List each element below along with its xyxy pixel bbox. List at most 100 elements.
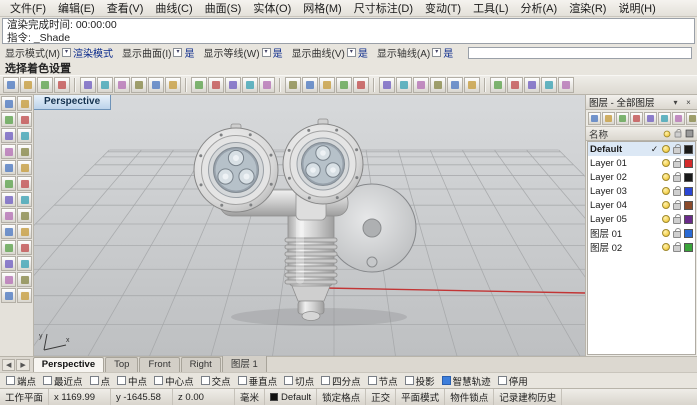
option-dropdown-icon[interactable]: ▾	[62, 48, 71, 57]
tabs-scroll-left-icon[interactable]: ◀	[2, 359, 15, 371]
layer-visibility-bulb-icon[interactable]	[662, 243, 670, 251]
command-input[interactable]	[468, 47, 692, 59]
explode-icon[interactable]	[541, 77, 557, 93]
layer-row[interactable]: 图层 02	[588, 240, 695, 254]
rotate-icon[interactable]	[319, 77, 335, 93]
layer-visibility-bulb-icon[interactable]	[662, 145, 670, 153]
arc-icon[interactable]	[17, 144, 32, 159]
sphere-icon[interactable]	[17, 224, 32, 239]
osnap-intersection[interactable]: 交点	[201, 374, 231, 388]
menu-render[interactable]: 渲染(R)	[563, 0, 612, 17]
new-layer-icon[interactable]	[588, 112, 601, 125]
option-dropdown-icon[interactable]: ▾	[432, 48, 441, 57]
layer-name[interactable]: 图层 02	[590, 240, 647, 254]
layer-lock-icon[interactable]	[673, 161, 681, 168]
layer-row[interactable]: Layer 04	[588, 198, 695, 212]
revolve-icon[interactable]	[17, 208, 32, 223]
extrude-icon[interactable]	[17, 192, 32, 207]
osnap-smarttrack[interactable]: 智慧轨迹	[442, 374, 491, 388]
polygon-icon[interactable]	[1, 176, 16, 191]
text-icon[interactable]	[17, 176, 32, 191]
delete-layer-icon[interactable]	[616, 112, 629, 125]
group-icon[interactable]	[524, 77, 540, 93]
option-dropdown-icon[interactable]: ▾	[173, 48, 182, 57]
panel-menu-icon[interactable]: ▾	[670, 98, 681, 107]
surface-icon[interactable]	[1, 192, 16, 207]
column-visibility-icon[interactable]	[664, 130, 671, 137]
option-show-isocurves[interactable]: 显示等线(W)▾是	[203, 45, 282, 60]
status-toggle-osnap[interactable]: 物件锁点	[445, 389, 494, 405]
option-dropdown-icon[interactable]: ▾	[262, 48, 271, 57]
osnap-knot-checkbox[interactable]	[368, 376, 377, 385]
rectangle-icon[interactable]	[17, 160, 32, 175]
osnap-mid[interactable]: 中点	[117, 374, 147, 388]
menu-solid[interactable]: 实体(O)	[247, 0, 297, 17]
command-history[interactable]: 渲染完成时间: 00:00:00 指令: _Shade	[2, 18, 695, 44]
hide-icon[interactable]	[490, 77, 506, 93]
new-file-icon[interactable]	[3, 77, 19, 93]
layer-lock-icon[interactable]	[673, 231, 681, 238]
rotate-view-icon[interactable]	[242, 77, 258, 93]
chamfer-icon[interactable]	[17, 256, 32, 271]
view-tab-layer-1[interactable]: 图层 1	[222, 354, 267, 372]
layer-row[interactable]: Layer 02	[588, 170, 695, 184]
osnap-near[interactable]: 最近点	[43, 374, 83, 388]
column-lock-icon[interactable]	[675, 132, 682, 138]
layer-color-swatch[interactable]	[684, 145, 693, 154]
osnap-end-checkbox[interactable]	[6, 376, 15, 385]
layer-lock-icon[interactable]	[673, 203, 681, 210]
layer-visibility-bulb-icon[interactable]	[662, 187, 670, 195]
osnap-point-checkbox[interactable]	[90, 376, 99, 385]
layer-color-swatch[interactable]	[684, 229, 693, 238]
layer-color-swatch[interactable]	[684, 243, 693, 252]
view-tab-top[interactable]: Top	[105, 357, 138, 372]
undo-icon[interactable]	[131, 77, 147, 93]
ellipse-icon[interactable]	[1, 160, 16, 175]
grid-toggle-icon[interactable]	[430, 77, 446, 93]
layer-visibility-bulb-icon[interactable]	[662, 173, 670, 181]
selection-filter-icon[interactable]	[17, 96, 32, 111]
view-tab-front[interactable]: Front	[139, 357, 179, 372]
column-color-icon[interactable]	[686, 130, 694, 138]
menu-surface[interactable]: 曲面(S)	[199, 0, 248, 17]
osnap-project-checkbox[interactable]	[405, 376, 414, 385]
copy-object-icon[interactable]	[302, 77, 318, 93]
osnap-center[interactable]: 中心点	[154, 374, 194, 388]
osnap-intersection-checkbox[interactable]	[201, 376, 210, 385]
save-icon[interactable]	[37, 77, 53, 93]
paste-icon[interactable]	[114, 77, 130, 93]
scale-icon[interactable]	[336, 77, 352, 93]
layer-visibility-bulb-icon[interactable]	[662, 229, 670, 237]
osnap-knot[interactable]: 节点	[368, 374, 398, 388]
new-sublayer-icon[interactable]	[602, 112, 615, 125]
layer-current-check[interactable]: ✓	[650, 144, 659, 155]
osnap-perpendicular[interactable]: 垂直点	[238, 374, 278, 388]
pan-icon[interactable]	[191, 77, 207, 93]
scale-3d-icon[interactable]	[1, 288, 16, 303]
layers-panel-header[interactable]: 图层 - 全部图层 ▾ ×	[586, 95, 697, 110]
layer-visibility-bulb-icon[interactable]	[662, 201, 670, 209]
status-toggle-ortho[interactable]: 正交	[366, 389, 396, 405]
layer-color-swatch[interactable]	[684, 201, 693, 210]
open-file-icon[interactable]	[20, 77, 36, 93]
layer-lock-icon[interactable]	[673, 175, 681, 182]
osnap-quadrant-checkbox[interactable]	[321, 376, 330, 385]
menu-mesh[interactable]: 网格(M)	[297, 0, 348, 17]
osnap-smarttrack-checkbox[interactable]	[442, 376, 451, 385]
layer-color-swatch[interactable]	[684, 215, 693, 224]
osnap-mid-checkbox[interactable]	[117, 376, 126, 385]
zoom-icon[interactable]	[208, 77, 224, 93]
layer-row[interactable]: Default✓	[588, 142, 695, 156]
copy-icon[interactable]	[97, 77, 113, 93]
viewport-perspective[interactable]: Perspective x y	[34, 95, 585, 356]
move-up-layer-icon[interactable]	[630, 112, 643, 125]
fillet-icon[interactable]	[1, 256, 16, 271]
view-tab-perspective[interactable]: Perspective	[33, 357, 104, 372]
zoom-extents-icon[interactable]	[225, 77, 241, 93]
option-show-surface[interactable]: 显示曲面(I)▾是	[122, 45, 194, 60]
option-show-axes[interactable]: 显示轴线(A)▾是	[377, 45, 453, 60]
status-toggle-grid-snap[interactable]: 锁定格点	[317, 389, 366, 405]
option-show-curves[interactable]: 显示曲线(V)▾是	[292, 45, 368, 60]
osnap-center-checkbox[interactable]	[154, 376, 163, 385]
named-view-icon[interactable]	[259, 77, 275, 93]
